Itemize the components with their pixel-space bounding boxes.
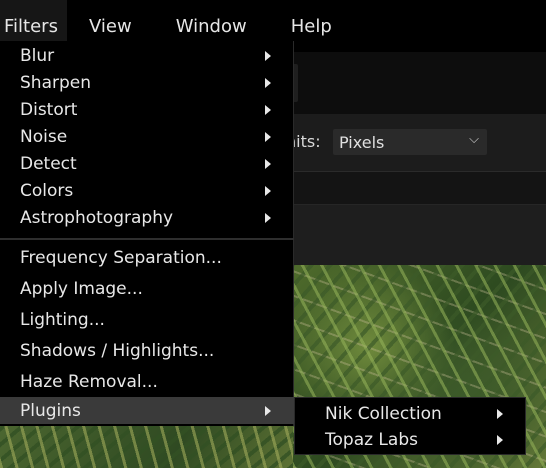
menu-item-label: Noise: [20, 126, 68, 147]
menu-item-plugins[interactable]: Plugins: [0, 397, 294, 424]
chevron-down-icon: ⌵: [469, 132, 479, 147]
menu-item-sharpen[interactable]: Sharpen: [0, 69, 294, 96]
filters-menu: Blur Sharpen Distort Noise Detect Colors…: [0, 41, 294, 426]
submenu-arrow-icon: [265, 50, 271, 61]
menu-item-label: Detect: [20, 153, 77, 174]
submenu-arrow-icon: [265, 185, 271, 196]
submenu-item-topaz-labs[interactable]: Topaz Labs: [295, 426, 525, 453]
menu-item-label: Sharpen: [20, 72, 91, 93]
submenu-arrow-icon: [265, 77, 271, 88]
units-dropdown-value: Pixels: [339, 132, 385, 152]
submenu-arrow-icon: [265, 131, 271, 142]
menu-item-label: Shadows / Highlights...: [20, 340, 215, 361]
submenu-item-nik-collection[interactable]: Nik Collection: [295, 400, 525, 427]
menu-item-lighting[interactable]: Lighting...: [0, 306, 294, 333]
submenu-arrow-icon: [265, 158, 271, 169]
menu-item-label: Blur: [20, 45, 55, 66]
submenu-arrow-icon: [265, 212, 271, 223]
document-image-strip: [0, 426, 293, 468]
menu-item-detect[interactable]: Detect: [0, 150, 294, 177]
menu-item-label: Frequency Separation...: [20, 247, 222, 268]
menu-item-astrophotography[interactable]: Astrophotography: [0, 204, 294, 231]
menu-item-shadows-highlights[interactable]: Shadows / Highlights...: [0, 337, 294, 364]
submenu-arrow-icon: [497, 408, 503, 419]
menu-item-label: Apply Image...: [20, 278, 143, 299]
menu-item-label: Plugins: [20, 400, 81, 421]
plugins-submenu: Nik Collection Topaz Labs: [294, 397, 526, 455]
menu-item-blur[interactable]: Blur: [0, 42, 294, 69]
menu-item-label: Haze Removal...: [20, 371, 158, 392]
menu-item-distort[interactable]: Distort: [0, 96, 294, 123]
submenu-arrow-icon: [497, 434, 503, 445]
units-dropdown[interactable]: Pixels ⌵: [333, 129, 487, 155]
submenu-item-label: Topaz Labs: [325, 429, 418, 450]
menu-item-noise[interactable]: Noise: [0, 123, 294, 150]
menu-item-haze-removal[interactable]: Haze Removal...: [0, 368, 294, 395]
submenu-item-label: Nik Collection: [325, 403, 442, 424]
app-window: Filters View Window Help nits: Pixels ⌵ …: [0, 0, 546, 468]
menu-separator: [0, 238, 294, 240]
menu-item-label: Colors: [20, 180, 74, 201]
menu-item-apply-image[interactable]: Apply Image...: [0, 275, 294, 302]
menu-item-label: Distort: [20, 99, 78, 120]
submenu-arrow-icon: [265, 104, 271, 115]
menu-item-colors[interactable]: Colors: [0, 177, 294, 204]
menu-item-label: Astrophotography: [20, 207, 174, 228]
menu-item-label: Lighting...: [20, 309, 105, 330]
submenu-arrow-icon: [265, 405, 271, 416]
menu-item-frequency-separation[interactable]: Frequency Separation...: [0, 244, 294, 271]
